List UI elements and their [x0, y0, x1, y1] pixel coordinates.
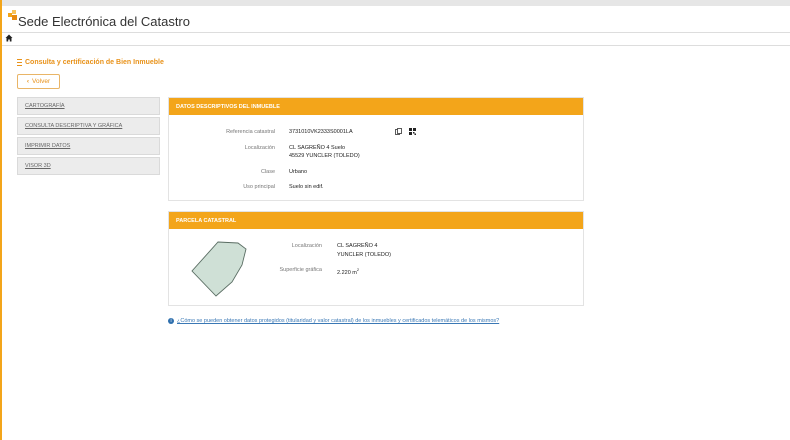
parcel-loc-line2: YUNCLER (TOLEDO)	[337, 252, 391, 258]
loc-line1: CL SAGREÑO 4 Suelo	[289, 145, 346, 151]
back-button-label: Volver	[32, 78, 51, 85]
surface-label: Superficie gráfica	[279, 267, 323, 273]
surface-number: 2.220 m	[337, 269, 357, 276]
surface-value: 2.220 m2	[337, 267, 359, 276]
descriptive-panel-title: DATOS DESCRIPTIVOS DEL INMUEBLE	[169, 98, 583, 115]
info-icon: i	[168, 318, 174, 324]
nav-bar	[2, 32, 790, 46]
parcel-loc-line1: CL SAGREÑO 4	[337, 243, 378, 249]
site-title[interactable]: Sede Electrónica del Catastro	[18, 14, 190, 29]
home-icon[interactable]	[5, 34, 13, 42]
sidebar: CARTOGRAFÍA CONSULTA DESCRIPTIVA Y GRÁFI…	[17, 97, 160, 177]
list-icon	[17, 59, 22, 66]
help-link-text[interactable]: ¿Cómo se pueden obtener datos protegidos…	[177, 318, 499, 324]
qr-code-icon[interactable]	[409, 128, 416, 135]
parcel-panel-title: PARCELA CATASTRAL	[169, 212, 583, 229]
sidebar-item-imprimir[interactable]: IMPRIMIR DATOS	[17, 137, 160, 155]
loc-label: Localización	[244, 145, 275, 151]
left-edge-accent	[0, 0, 2, 440]
sidebar-item-visor-3d[interactable]: VISOR 3D	[17, 157, 160, 175]
chevron-left-icon: ‹	[26, 78, 30, 85]
ref-value: 3731010VK2333S0001LA	[289, 129, 353, 135]
class-label: Clase	[260, 169, 275, 175]
copy-icon[interactable]	[395, 128, 402, 135]
surface-unit-sup: 2	[356, 267, 360, 272]
loc-line2: 45529 YUNCLER (TOLEDO)	[289, 153, 360, 159]
back-button[interactable]: ‹ Volver	[17, 74, 60, 89]
ref-label: Referencia catastral	[226, 129, 275, 135]
use-label: Uso principal	[243, 184, 275, 190]
class-value: Urbano	[289, 169, 308, 175]
help-link[interactable]: i ¿Cómo se pueden obtener datos protegid…	[168, 318, 499, 324]
sidebar-item-consulta[interactable]: CONSULTA DESCRIPTIVA Y GRÁFICA	[17, 117, 160, 135]
use-value: Suelo sin edif.	[289, 184, 324, 190]
section-title: Consulta y certificación de Bien Inmuebl…	[17, 59, 164, 66]
sidebar-item-cartografia[interactable]: CARTOGRAFÍA	[17, 97, 160, 115]
section-title-text: Consulta y certificación de Bien Inmuebl…	[25, 59, 164, 66]
parcel-loc-label: Localización	[291, 243, 322, 249]
